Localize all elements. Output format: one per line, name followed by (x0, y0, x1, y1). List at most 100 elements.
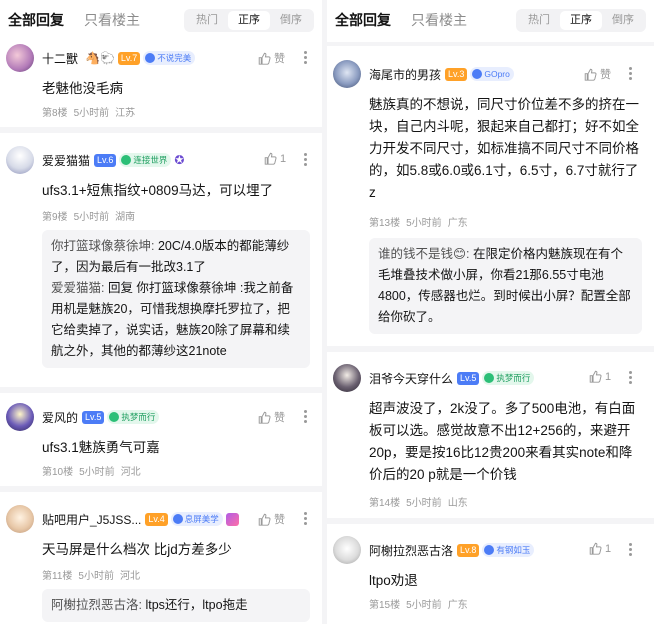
reply-header: 十二獸 🐴🐑 Lv.7 不说完美 (6, 44, 196, 72)
level-badge: Lv.8 (457, 543, 480, 557)
sort-switch: 热门 正序 倒序 (184, 9, 314, 32)
divider (327, 518, 654, 524)
username[interactable]: 十二獸 (42, 50, 78, 67)
post-time: 5小时前 (406, 498, 442, 509)
like-button[interactable]: 1 (264, 152, 286, 165)
reply-meta: 第13楼 5小时前 广东 (369, 214, 474, 229)
crown-icon: ✪ (174, 153, 185, 167)
thumb-up-icon (264, 152, 277, 165)
ip-location: 山东 (447, 498, 468, 509)
post-time: 5小时前 (73, 212, 110, 223)
medal-icon (145, 53, 156, 63)
like-button[interactable]: 赞 (258, 50, 285, 66)
level-badge: Lv.5 (82, 410, 105, 424)
vip-icon (225, 512, 239, 526)
thumb-up-icon (589, 370, 602, 383)
ip-location: 广东 (447, 600, 468, 611)
avatar[interactable] (333, 536, 361, 564)
reply-header: 全部回复 只看楼主 热门 正序 倒序 (327, 0, 654, 40)
thumb-up-icon (584, 68, 597, 81)
like-button[interactable]: 赞 (258, 511, 285, 527)
reply-item: 海尾市的男孩 Lv.3 GOpro 赞 魅族真的不想说，同尺寸价位差不多的挤在一… (327, 60, 654, 340)
divider (0, 387, 322, 393)
medal-icon (472, 69, 483, 79)
more-options-icon[interactable] (302, 152, 308, 168)
reply-header: 爱风的 Lv.5 执梦而行 (6, 403, 160, 431)
floor-number: 第8楼 (42, 108, 68, 119)
thumb-up-icon (589, 542, 602, 555)
reply-header: 泪爷今天穿什么 Lv.5 执梦而行 (333, 364, 535, 392)
avatar[interactable] (6, 505, 34, 533)
medal-icon (172, 514, 183, 524)
more-options-icon[interactable] (302, 409, 308, 425)
like-button[interactable]: 1 (589, 542, 611, 555)
more-options-icon[interactable] (627, 370, 633, 386)
sort-hot[interactable]: 热门 (186, 11, 228, 30)
floor-number: 第15楼 (369, 600, 401, 611)
tab-all-replies[interactable]: 全部回复 (335, 10, 391, 30)
medal-icon (109, 412, 120, 422)
more-options-icon[interactable] (627, 542, 633, 558)
reply-text: 超声波没了，2k没了。多了500电池，有白面板可以选。感觉故意不出12+256的… (369, 401, 636, 482)
medal-badge: 息屏美学 (170, 512, 223, 526)
medal-icon (484, 545, 495, 555)
divider (327, 42, 654, 46)
sub-reply-author: 阿榭拉烈恶古洛: (51, 598, 142, 612)
ip-location: 江苏 (115, 108, 136, 119)
level-badge: Lv.4 (145, 512, 168, 526)
post-time: 5小时前 (406, 600, 442, 611)
sub-replies[interactable]: 你打篮球像蔡徐坤: 20C/4.0版本的都能薄纱了，因为最后有一批改3.1了 爱… (42, 230, 310, 368)
sub-reply: 谁的钱不是钱😊: 在限定价格内魅族现在有个毛堆叠技术做小屏，你看21那6.55寸… (378, 244, 633, 328)
avatar[interactable] (6, 403, 34, 431)
more-options-icon[interactable] (627, 66, 633, 82)
divider (0, 127, 322, 133)
sort-desc[interactable]: 倒序 (270, 11, 312, 30)
reply-meta: 第9楼 5小时前 湖南 (42, 208, 141, 223)
tab-op-only[interactable]: 只看楼主 (84, 10, 140, 30)
ip-location: 广东 (447, 218, 468, 229)
medal-badge: 执梦而行 (107, 410, 160, 424)
avatar[interactable] (333, 60, 361, 88)
username[interactable]: 泪爷今天穿什么 (369, 370, 453, 387)
like-count: 赞 (274, 53, 285, 65)
post-time: 5小时前 (79, 467, 115, 478)
tab-op-only[interactable]: 只看楼主 (411, 10, 467, 30)
sort-desc[interactable]: 倒序 (602, 11, 644, 30)
thumb-up-icon (258, 513, 271, 526)
reply-item: 贴吧用户_J5JSS... Lv.4 息屏美学 赞 天马屏是什么档次 比jd方差… (0, 505, 322, 624)
level-badge: Lv.3 (445, 67, 468, 81)
sub-replies[interactable]: 阿榭拉烈恶古洛: ltps还行，ltpo拖走 (42, 589, 310, 622)
reply-item: 十二獸 🐴🐑 Lv.7 不说完美 赞 老魅他没毛病 第8楼 5小时前 江苏 (0, 44, 322, 126)
tab-all-replies[interactable]: 全部回复 (8, 10, 64, 30)
sub-reply: 阿榭拉烈恶古洛: ltps还行，ltpo拖走 (51, 595, 301, 616)
like-count: 1 (280, 152, 287, 165)
divider (0, 486, 322, 492)
username[interactable]: 海尾市的男孩 (369, 66, 441, 83)
like-button[interactable]: 赞 (258, 409, 285, 425)
reply-meta: 第11楼 5小时前 河北 (42, 567, 146, 582)
avatar[interactable] (333, 364, 361, 392)
reply-item: 阿榭拉烈恶古洛 Lv.8 有钢如玉 1 ltpo劝退 第15楼 5小时前 广东 (327, 536, 654, 624)
sub-reply: 爱爱猫猫: 回复 你打篮球像蔡徐坤 :我之前备用机是魅族20，可惜我想换摩托罗拉… (51, 278, 301, 362)
username[interactable]: 爱爱猫猫 (42, 152, 90, 169)
more-options-icon[interactable] (302, 511, 308, 527)
like-button[interactable]: 1 (589, 370, 611, 383)
floor-number: 第10楼 (42, 467, 74, 478)
sort-hot[interactable]: 热门 (518, 11, 560, 30)
sort-asc[interactable]: 正序 (228, 11, 270, 30)
sub-replies[interactable]: 谁的钱不是钱😊: 在限定价格内魅族现在有个毛堆叠技术做小屏，你看21那6.55寸… (369, 238, 642, 334)
avatar[interactable] (6, 44, 34, 72)
left-panel: 全部回复 只看楼主 热门 正序 倒序 十二獸 🐴🐑 Lv.7 不说完美 赞 老魅… (0, 0, 322, 624)
username[interactable]: 爱风的 (42, 409, 78, 426)
avatar[interactable] (6, 146, 34, 174)
floor-number: 第11楼 (42, 571, 73, 582)
like-button[interactable]: 赞 (584, 66, 611, 82)
more-options-icon[interactable] (302, 50, 308, 66)
sort-asc[interactable]: 正序 (560, 11, 602, 30)
reply-header: 海尾市的男孩 Lv.3 GOpro (333, 60, 514, 88)
username[interactable]: 贴吧用户_J5JSS... (42, 511, 141, 528)
username[interactable]: 阿榭拉烈恶古洛 (369, 542, 453, 559)
reply-meta: 第8楼 5小时前 江苏 (42, 104, 141, 119)
right-panel: 全部回复 只看楼主 热门 正序 倒序 海尾市的男孩 Lv.3 GOpro 赞 魅… (327, 0, 654, 624)
medal-icon (484, 373, 495, 383)
